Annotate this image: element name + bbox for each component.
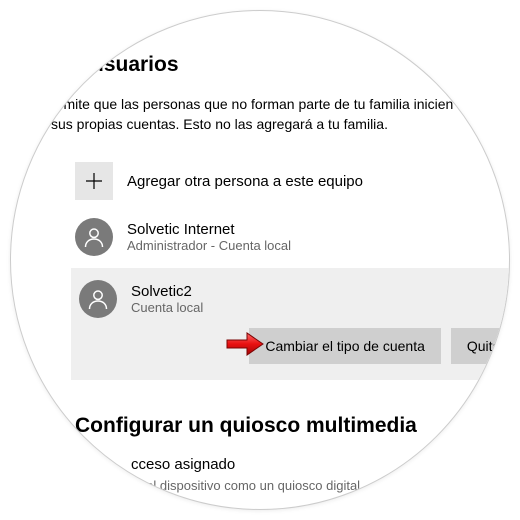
circle-crop: usuarios ermite que las personas que no … (10, 10, 510, 510)
users-list: Agregar otra persona a este equipo Solve… (71, 154, 510, 380)
section-title-kiosk: Configurar un quiosco multimedia (75, 414, 510, 438)
user-name: Solvetic Internet (127, 221, 291, 238)
user-name: Solvetic2 (131, 283, 203, 300)
add-person-row[interactable]: Agregar otra persona a este equipo (71, 154, 510, 208)
action-button-row: Cambiar el tipo de cuenta Quitar (75, 328, 510, 364)
red-arrow-icon (225, 330, 265, 358)
kiosk-access-label: cceso asignado (131, 456, 510, 473)
user-role: Cuenta local (131, 300, 203, 315)
user-row-solvetic2[interactable]: Solvetic2 Cuenta local (75, 278, 510, 328)
change-account-type-button[interactable]: Cambiar el tipo de cuenta (249, 328, 441, 364)
settings-page: usuarios ermite que las personas que no … (11, 11, 510, 495)
user-info: Solvetic2 Cuenta local (131, 283, 203, 315)
user-row-solvetic2-selected: Solvetic2 Cuenta local (71, 268, 510, 380)
add-person-label: Agregar otra persona a este equipo (127, 173, 363, 190)
avatar-icon (79, 280, 117, 318)
user-info: Solvetic Internet Administrador - Cuenta… (127, 221, 291, 253)
avatar-icon (75, 218, 113, 256)
plus-icon (75, 162, 113, 200)
kiosk-access-desc: ra el dispositivo como un quiosco digita… (131, 477, 510, 495)
user-row-solvetic-internet[interactable]: Solvetic Internet Administrador - Cuenta… (71, 208, 510, 266)
section-description: ermite que las personas que no forman pa… (51, 95, 510, 134)
user-role: Administrador - Cuenta local (127, 238, 291, 253)
remove-account-button[interactable]: Quitar (451, 328, 510, 364)
section-title-users: usuarios (91, 53, 510, 77)
